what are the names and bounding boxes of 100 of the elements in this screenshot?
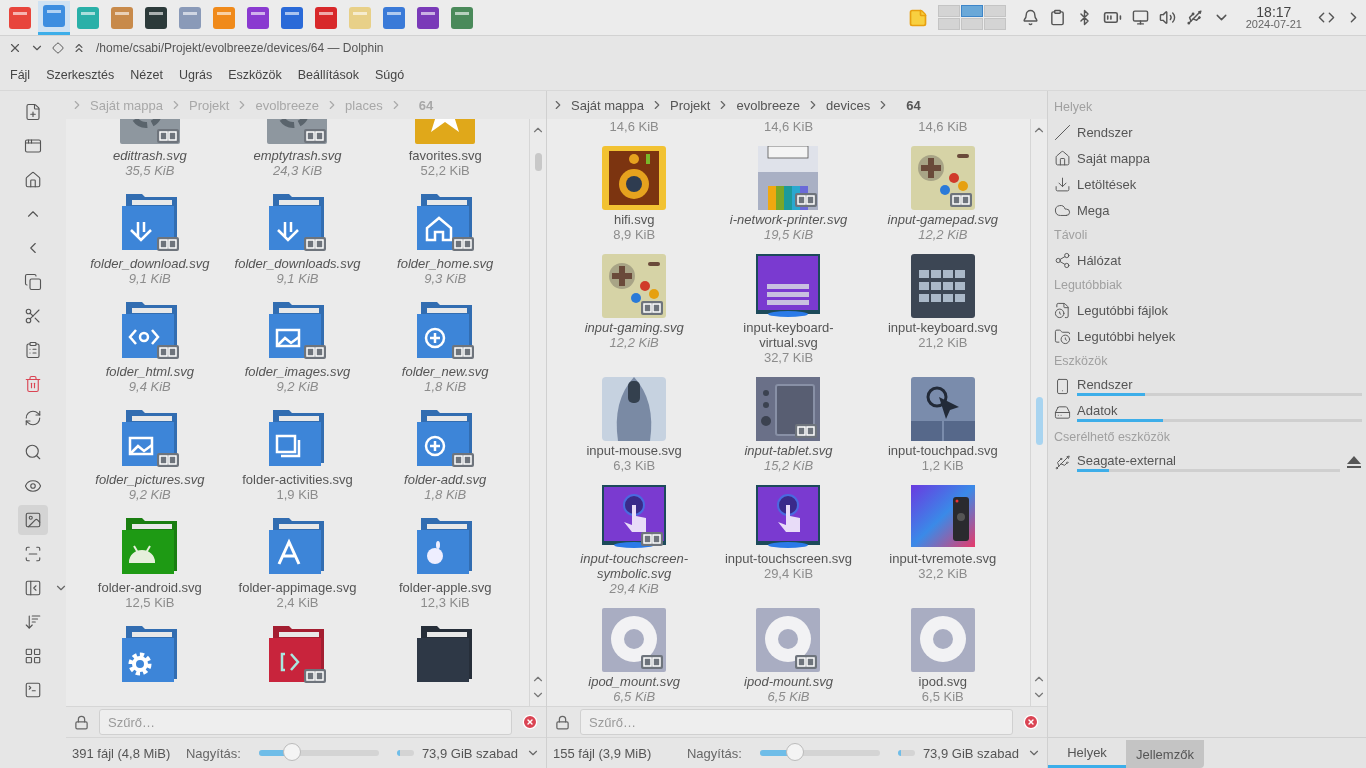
clear-icon[interactable]	[522, 714, 538, 730]
filter-field[interactable]: Szűrő…	[99, 709, 512, 735]
file-size: 12,2 KiB	[918, 227, 968, 242]
ipod-icon	[910, 608, 975, 672]
file-size: 32,2 KiB	[918, 566, 968, 581]
drive-icon[interactable]	[1054, 403, 1071, 421]
menu-item[interactable]: Eszközök	[220, 68, 290, 82]
reload-icon	[24, 409, 42, 427]
lock-icon[interactable]	[555, 714, 570, 730]
clock-time[interactable]: 18:17	[1256, 5, 1292, 19]
space-meter-icon	[897, 750, 915, 756]
remote-icon	[910, 485, 975, 549]
filter-field[interactable]: Szűrő…	[580, 709, 1013, 735]
file-name: ipod.svg	[918, 674, 968, 689]
keep-above-icon[interactable]	[72, 41, 86, 55]
ipod-icon	[756, 608, 821, 672]
clear-icon[interactable]	[1023, 714, 1039, 730]
place-item[interactable]: Adatok	[1077, 402, 1362, 418]
home-icon[interactable]	[1054, 149, 1071, 167]
toolbar-button[interactable]	[18, 505, 48, 535]
file-name: folder-activities.svg	[242, 472, 353, 487]
file-size: 9,1 KiB	[128, 271, 171, 286]
recent-files-icon[interactable]	[1054, 301, 1071, 319]
section-title: Eszközök	[1054, 353, 1109, 370]
place-item[interactable]: Mega	[1077, 202, 1362, 218]
place-item[interactable]: Seagate-external	[1077, 452, 1340, 468]
lock-icon[interactable]	[74, 714, 89, 730]
breadcrumb-item[interactable]: Saját mappa	[571, 97, 644, 113]
place-item[interactable]: Legutóbbi fájlok	[1077, 302, 1362, 318]
file-name: input-gamepad.svg	[887, 212, 999, 227]
window-title: /home/csabi/Projekt/evolbreeze/devices/64 — Dolphin	[96, 41, 384, 55]
menu-item[interactable]: Súgó	[366, 68, 413, 82]
ipod-icon	[602, 608, 667, 672]
menu-item[interactable]: Fájl	[2, 68, 39, 82]
file-name: input-tablet.svg	[744, 443, 833, 458]
file-name: folder_home.svg	[397, 256, 494, 271]
volume-icon[interactable]	[1158, 9, 1176, 26]
scrollbar-thumb[interactable]	[1035, 397, 1043, 445]
image-icon	[24, 511, 42, 529]
clock-date[interactable]: 2024-07-21	[1245, 19, 1302, 30]
file-size: 9,2 KiB	[276, 379, 319, 394]
new-file-icon	[24, 103, 42, 121]
breadcrumb-item[interactable]: Projekt	[670, 97, 711, 113]
desktop-pager[interactable]	[937, 5, 1006, 30]
printer-icon	[756, 146, 821, 210]
breadcrumb-item[interactable]: evolbreeze	[736, 97, 801, 113]
file-size: 9,4 KiB	[128, 379, 171, 394]
root-icon[interactable]	[1054, 123, 1071, 141]
breadcrumb-item[interactable]: 64	[906, 97, 921, 113]
download-icon[interactable]	[1054, 175, 1071, 193]
phone-drive-icon[interactable]	[1054, 377, 1071, 395]
terminal-icon	[24, 681, 42, 699]
place-item[interactable]: Saját mappa	[1077, 150, 1362, 166]
menu-item[interactable]: Szerkesztés	[38, 68, 123, 82]
tablet-icon	[756, 377, 821, 441]
panel-close-icon	[24, 579, 42, 597]
usb-icon[interactable]	[1185, 9, 1203, 26]
file-size: 52,2 KiB	[420, 163, 470, 178]
place-item[interactable]: Legutóbbi helyek	[1077, 328, 1362, 344]
keyboard-icon	[910, 254, 975, 318]
file-size: 1,8 KiB	[424, 379, 467, 394]
file-size: 2,4 KiB	[276, 595, 319, 610]
file-size: 21,2 KiB	[918, 335, 968, 350]
file-size: 12,2 KiB	[609, 335, 659, 350]
file-name: input-keyboard-virtual.svg	[742, 320, 835, 350]
place-item[interactable]: Letöltések	[1077, 176, 1362, 192]
place-item[interactable]: Hálózat	[1077, 252, 1362, 268]
scrollbar-thumb[interactable]	[534, 153, 542, 171]
monitor-icon[interactable]	[1131, 9, 1149, 26]
speaker-icon	[602, 146, 667, 210]
recent-places-icon[interactable]	[1054, 327, 1071, 345]
close-icon[interactable]	[8, 41, 22, 55]
file-size: 32,7 KiB	[763, 350, 814, 365]
file-name: folder-apple.svg	[398, 580, 492, 595]
free-space[interactable]: 73,9 GiB szabad	[922, 745, 1019, 761]
clipboard-icon[interactable]	[1048, 9, 1066, 26]
eject-icon[interactable]	[1346, 455, 1362, 469]
diamond-icon[interactable]	[52, 42, 64, 54]
file-size: 12,3 KiB	[420, 595, 470, 610]
scan-icon	[24, 545, 42, 563]
menu-item[interactable]: Beállítások	[289, 68, 367, 82]
panel-tab[interactable]: Jellemzők	[1126, 740, 1204, 768]
file-size: 6,5 KiB	[767, 689, 810, 704]
file-name: hifi.svg	[613, 212, 655, 227]
removable-icon[interactable]	[1054, 453, 1071, 471]
menu-item[interactable]: Nézet	[122, 68, 171, 82]
place-item[interactable]: Rendszer	[1077, 376, 1362, 392]
breadcrumb-item[interactable]: devices	[826, 97, 871, 113]
bell-icon[interactable]	[1021, 9, 1039, 26]
place-item[interactable]: Rendszer	[1077, 124, 1362, 140]
free-space[interactable]: 73,9 GiB szabad	[421, 745, 518, 761]
file-size: 1,8 KiB	[424, 487, 467, 502]
network-icon[interactable]	[1054, 251, 1071, 269]
file-name: folder_html.svg	[105, 364, 194, 379]
section-title: Távoli	[1054, 227, 1089, 244]
file-name: folder-appimage.svg	[238, 580, 357, 595]
menu-item[interactable]: Ugrás	[170, 68, 221, 82]
file-name: folder_downloads.svg	[234, 256, 361, 271]
file-name: input-touchpad.svg	[887, 443, 998, 458]
gamepad-icon	[910, 146, 975, 210]
